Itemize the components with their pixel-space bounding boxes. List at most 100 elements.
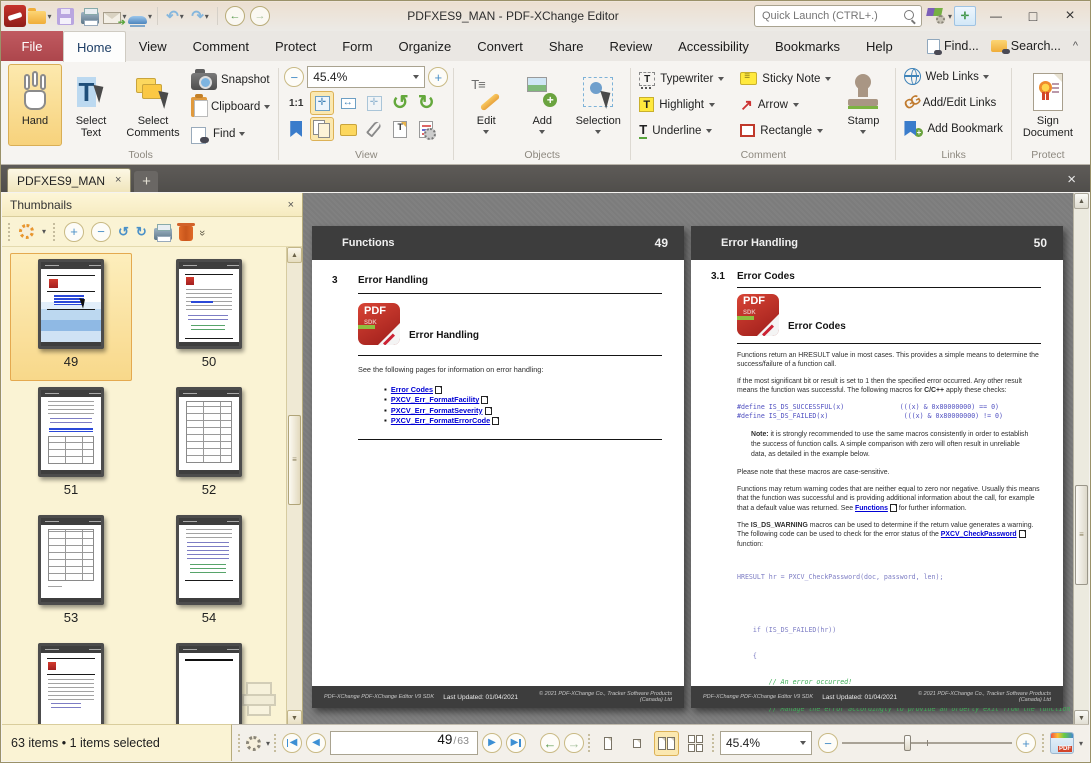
select-text-button[interactable]: T Select Text — [64, 64, 118, 146]
last-page-button[interactable]: ▶ — [506, 733, 526, 753]
bookmarks-pane-button[interactable] — [284, 117, 308, 141]
doc-link[interactable]: Functions — [855, 505, 888, 512]
single-page-layout-button[interactable] — [596, 731, 621, 756]
doc-link[interactable]: PXCV_Err_FormatFacility — [391, 395, 479, 406]
menu-tab-review[interactable]: Review — [597, 31, 666, 61]
history-forward-button[interactable]: → — [248, 3, 272, 29]
nav-options-button[interactable] — [246, 736, 261, 751]
content-pane-button[interactable] — [414, 117, 438, 141]
thumbnails-pane-button[interactable] — [310, 117, 334, 141]
doc-link[interactable]: PXCV_CheckPassword — [941, 531, 1017, 538]
tab-close-icon[interactable]: × — [115, 175, 121, 186]
menu-tab-accessibility[interactable]: Accessibility — [665, 31, 762, 61]
fit-visible-button[interactable] — [362, 91, 386, 115]
clipboard-button[interactable]: Clipboard — [188, 94, 273, 119]
menu-tab-share[interactable]: Share — [536, 31, 597, 61]
panel-close-button[interactable]: × — [288, 199, 294, 211]
email-button[interactable]: ▾ — [103, 3, 127, 29]
arrow-button[interactable]: ↗Arrow — [737, 92, 834, 117]
menu-tab-organize[interactable]: Organize — [386, 31, 465, 61]
edit-objects-button[interactable]: Edit — [459, 64, 513, 146]
previous-page-button[interactable]: ◀ — [306, 733, 326, 753]
zoom-level-combo-bottom[interactable]: 45.4% — [720, 731, 812, 755]
sticky-note-button[interactable]: Sticky Note — [737, 66, 834, 91]
save-button[interactable] — [53, 3, 77, 29]
continuous-layout-button[interactable] — [625, 731, 650, 756]
quick-launch-input[interactable] — [760, 9, 904, 23]
typewriter-button[interactable]: TTypewriter — [636, 66, 727, 91]
fields-pane-button[interactable] — [388, 117, 412, 141]
thumbnail-page-54[interactable]: 54 — [148, 509, 270, 637]
full-screen-button[interactable]: ✛ — [953, 3, 977, 29]
redo-button[interactable]: ↷▾ — [188, 3, 212, 29]
attachments-pane-button[interactable] — [362, 117, 386, 141]
menu-tab-home[interactable]: Home — [63, 31, 126, 62]
new-tab-button[interactable]: + — [134, 171, 158, 192]
scroll-up-button[interactable]: ▲ — [1074, 193, 1089, 209]
doc-link[interactable]: PXCV_Err_FormatErrorCode — [391, 416, 490, 427]
menu-tab-help[interactable]: Help — [853, 31, 906, 61]
maximize-button[interactable]: □ — [1015, 3, 1051, 29]
xref-page-icon[interactable] — [435, 386, 442, 394]
sign-document-button[interactable]: Sign Document — [1017, 64, 1079, 146]
zoom-in-button-bottom[interactable]: + — [1016, 733, 1036, 753]
find-button[interactable]: Find... — [927, 39, 979, 54]
menu-tab-comment[interactable]: Comment — [180, 31, 262, 61]
doc-link[interactable]: Error Codes — [391, 385, 433, 396]
menu-tab-protect[interactable]: Protect — [262, 31, 329, 61]
zoom-out-button-bottom[interactable]: − — [818, 733, 838, 753]
zoom-out-button[interactable]: − — [284, 67, 304, 87]
rotate-cw-90-button[interactable]: ↻ — [136, 224, 147, 240]
underline-button[interactable]: TUnderline — [636, 118, 727, 143]
thumbnail-page-52[interactable]: 52 — [148, 381, 270, 509]
menu-tab-bookmarks[interactable]: Bookmarks — [762, 31, 853, 61]
comments-pane-button[interactable] — [336, 117, 360, 141]
print-button[interactable] — [78, 3, 102, 29]
stamp-button[interactable]: Stamp — [836, 64, 890, 146]
thumb-zoom-out-button[interactable]: − — [91, 222, 111, 242]
two-page-continuous-button[interactable] — [683, 731, 708, 756]
add-edit-links-button[interactable]: GGAdd/Edit Links — [901, 90, 999, 115]
more-tools-button[interactable]: » — [196, 229, 208, 233]
snapshot-button[interactable]: Snapshot — [188, 67, 273, 92]
thumbnail-page-55[interactable] — [10, 637, 132, 726]
pdf-compatibility-button[interactable] — [1050, 732, 1074, 754]
actual-size-button[interactable]: 1:1 — [284, 91, 308, 115]
hand-tool-button[interactable]: Hand — [8, 64, 62, 146]
thumbnail-page-51[interactable]: 51 — [10, 381, 132, 509]
xref-page-icon[interactable] — [492, 417, 499, 425]
find-tool-button[interactable]: Find — [188, 121, 273, 146]
ui-options-button[interactable]: ▾ — [927, 3, 952, 29]
selection-button[interactable]: Selection — [571, 64, 625, 146]
zoom-slider-handle[interactable] — [904, 735, 911, 751]
two-page-layout-button[interactable] — [654, 731, 679, 756]
select-comments-button[interactable]: Select Comments — [120, 64, 186, 146]
highlight-button[interactable]: THighlight — [636, 92, 727, 117]
print-pages-button[interactable] — [154, 228, 172, 240]
menu-tab-form[interactable]: Form — [329, 31, 385, 61]
scrollbar-track[interactable]: ≡ — [1074, 209, 1089, 710]
scrollbar-thumb[interactable]: ≡ — [1075, 485, 1088, 585]
xref-page-icon[interactable] — [1019, 530, 1026, 538]
next-page-button[interactable]: ▶ — [482, 733, 502, 753]
menu-tab-view[interactable]: View — [126, 31, 180, 61]
document-scrollbar[interactable]: ▲ ≡ ▼ — [1073, 193, 1089, 726]
fit-width-button[interactable] — [336, 91, 360, 115]
web-links-button[interactable]: Web Links — [901, 64, 991, 89]
undo-button[interactable]: ↶▾ — [163, 3, 187, 29]
next-view-button[interactable]: → — [564, 733, 584, 753]
rotate-ccw-90-button[interactable]: ↺ — [118, 224, 129, 240]
scan-button[interactable]: ▾ — [128, 3, 152, 29]
history-back-button[interactable]: ← — [223, 3, 247, 29]
minimize-button[interactable]: — — [978, 3, 1014, 29]
scrollbar-track[interactable]: ≡ — [287, 263, 302, 710]
open-button[interactable]: ▾ — [28, 3, 52, 29]
thumbnail-page-53[interactable]: 53 — [10, 509, 132, 637]
thumbnails-scrollbar[interactable]: ▲ ≡ ▼ — [286, 247, 302, 726]
thumbnail-page-49[interactable]: 49 — [10, 253, 132, 381]
zoom-slider-track[interactable] — [842, 742, 1012, 744]
document-tab-active[interactable]: PDFXES9_MAN × — [7, 168, 131, 192]
add-bookmark-button[interactable]: +Add Bookmark — [901, 116, 1005, 141]
add-objects-button[interactable]: + Add — [515, 64, 569, 146]
close-button[interactable]: × — [1052, 3, 1088, 29]
